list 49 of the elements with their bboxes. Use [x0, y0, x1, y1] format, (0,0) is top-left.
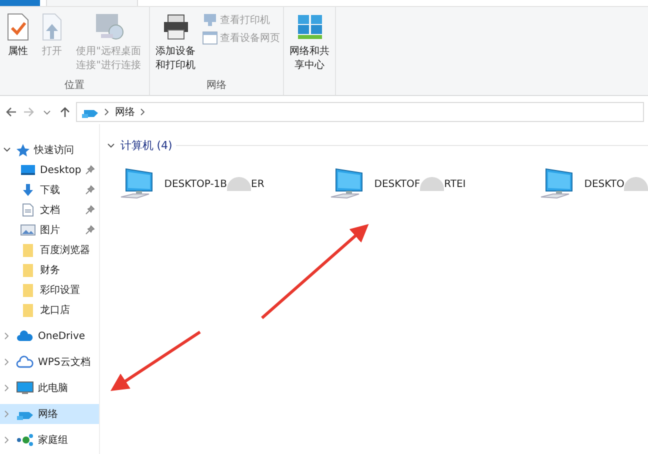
nav-item[interactable]: 快速访问	[0, 140, 100, 160]
nav-item[interactable]: 此电脑	[0, 378, 100, 398]
address-bar[interactable]: 网络	[76, 102, 644, 122]
back-icon[interactable]	[4, 105, 18, 119]
breadcrumb[interactable]: 网络	[115, 105, 135, 119]
folder-icon	[20, 263, 36, 277]
ribbon-button[interactable]: 属性	[2, 9, 34, 79]
nav-item[interactable]: 财务	[0, 260, 100, 280]
homegroup-icon	[16, 433, 34, 447]
nav-item[interactable]: 下载	[0, 180, 100, 200]
folder-icon	[20, 243, 36, 257]
folder-icon	[20, 283, 36, 297]
pin-icon[interactable]	[85, 165, 96, 175]
cloud-icon	[16, 329, 34, 343]
group-label: 位置	[64, 79, 86, 93]
computer-name[interactable]: DESKTOP-1B ER	[164, 177, 264, 191]
pin-icon[interactable]	[85, 185, 96, 195]
nav-item[interactable]: 百度浏览器	[0, 240, 100, 260]
group-label: 网络	[206, 79, 228, 93]
nav-item[interactable]: 龙口店	[0, 300, 100, 320]
pin-icon[interactable]	[85, 225, 96, 235]
nav-item[interactable]: WPS云文档	[0, 352, 100, 372]
computer-name[interactable]: DESKTOF RTEI	[374, 177, 466, 191]
chevron-icon[interactable]	[103, 107, 111, 117]
nav-item[interactable]: 网络	[0, 404, 100, 424]
monitor-icon	[202, 13, 218, 27]
expand-chevron-icon[interactable]	[106, 140, 116, 150]
folder-icon	[20, 303, 36, 317]
section-header[interactable]: 计算机 (4)	[120, 138, 172, 153]
download-icon	[20, 183, 36, 197]
nav-item[interactable]: OneDrive	[0, 326, 100, 346]
ribbon-button[interactable]: 添加设备和打印机	[152, 9, 199, 79]
monitor-icon	[16, 381, 34, 395]
desktop-icon	[20, 163, 36, 177]
nav-item[interactable]: Desktop	[0, 160, 100, 180]
cloud-icon	[16, 355, 34, 369]
ribbon-button[interactable]: 网络和共享中心	[286, 9, 333, 79]
window-icon	[202, 31, 218, 45]
document-icon	[20, 203, 36, 217]
nav-item[interactable]: 彩印设置	[0, 280, 100, 300]
chevron-icon[interactable]	[139, 107, 147, 117]
computer-name[interactable]: DESKTO	[584, 177, 648, 191]
nav-item[interactable]: 图片	[0, 220, 100, 240]
picture-icon	[20, 223, 36, 237]
up-arrow-icon[interactable]	[58, 105, 72, 119]
star-icon	[16, 143, 30, 157]
nav-item[interactable]: 文档	[0, 200, 100, 220]
nav-item[interactable]: 家庭组	[0, 430, 100, 450]
pin-icon[interactable]	[85, 205, 96, 215]
